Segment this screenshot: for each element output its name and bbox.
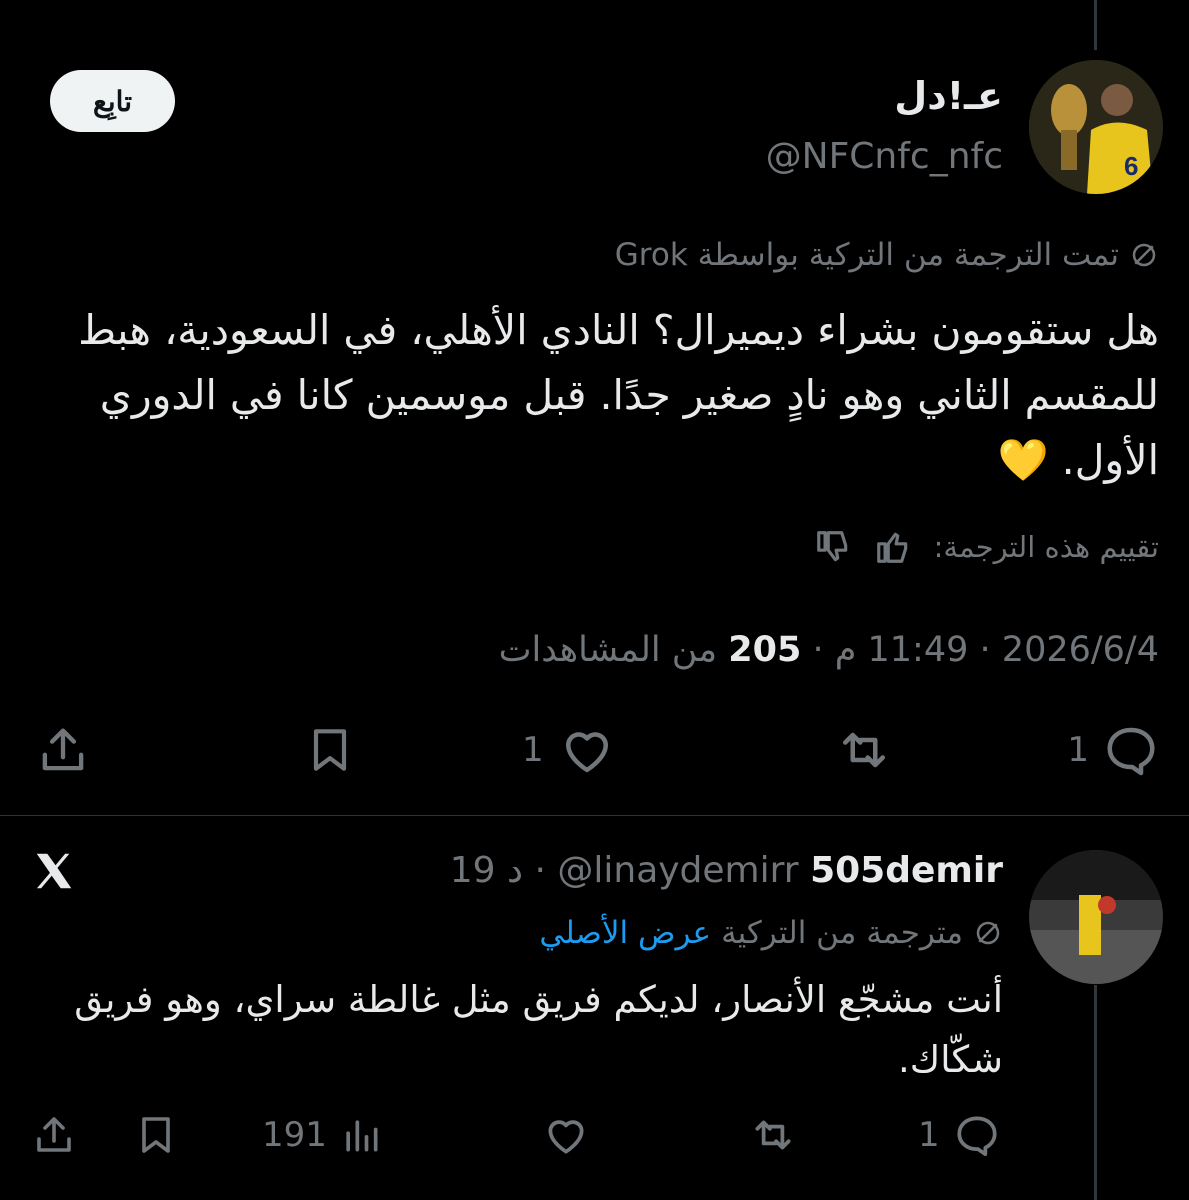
like-button[interactable]: 1 xyxy=(522,720,618,780)
bookmark-button[interactable] xyxy=(302,720,358,780)
reply-views-count: 191 xyxy=(262,1115,327,1155)
reply-display-name[interactable]: 505demir xyxy=(810,850,1003,891)
bookmark-icon xyxy=(302,720,358,780)
reply-icon xyxy=(1101,720,1161,780)
thread-line-top xyxy=(1094,0,1097,50)
reply-button[interactable]: 1 xyxy=(1067,720,1161,780)
avatar[interactable]: 6 xyxy=(1029,60,1163,194)
rate-label: تقييم هذه الترجمة: xyxy=(933,530,1159,564)
translation-note-text: تمت الترجمة من التركية بواسطة Grok xyxy=(614,237,1119,273)
thumbs-down-icon[interactable] xyxy=(814,528,852,566)
follow-button[interactable]: تابِع xyxy=(50,70,175,132)
heart-icon xyxy=(540,1110,592,1160)
heart-icon xyxy=(556,720,618,780)
x-logo-icon xyxy=(30,848,78,894)
retweet-icon xyxy=(832,720,896,780)
reply-actions: 1 191 xyxy=(0,1110,1010,1170)
reply-handle[interactable]: @linaydemirr xyxy=(557,850,798,891)
tweet-date[interactable]: 2026/6/4 xyxy=(1002,630,1159,670)
reply-retweet-button[interactable] xyxy=(746,1110,800,1160)
reply-age[interactable]: 19 د xyxy=(450,850,523,891)
reply-text: أنت مشجّع الأنصار، لديكم فريق مثل غالطة … xyxy=(74,978,1003,1081)
thumbs-up-icon[interactable] xyxy=(874,528,912,566)
reply-views-button[interactable]: 191 xyxy=(262,1110,383,1160)
views-count: 205 xyxy=(728,630,802,670)
reply-translation-note: مترجمة من التركية عرض الأصلي xyxy=(539,915,1003,951)
share-icon xyxy=(34,720,92,780)
reply-like-button[interactable] xyxy=(540,1110,592,1160)
share-icon xyxy=(30,1110,78,1160)
retweet-button[interactable] xyxy=(832,720,896,780)
tweet-text: هل ستقومون بشراء ديميرال؟ النادي الأهلي،… xyxy=(78,306,1159,484)
show-original-link[interactable]: عرض الأصلي xyxy=(539,915,711,951)
reply-icon xyxy=(952,1110,1002,1160)
share-button[interactable] xyxy=(34,720,92,780)
reply-avatar[interactable] xyxy=(1029,850,1163,984)
tweet-meta: 2026/6/4 · 11:49 م · 205 من المشاهدات xyxy=(498,630,1159,670)
thread-line-bottom xyxy=(1094,985,1097,1200)
reply-share-button[interactable] xyxy=(30,1110,78,1160)
rate-translation: تقييم هذه الترجمة: xyxy=(814,528,1159,566)
translate-icon xyxy=(1129,240,1159,270)
reply-header: 19 د · @linaydemirr 505demir xyxy=(449,850,1003,891)
like-count: 1 xyxy=(522,730,544,770)
tweet-time[interactable]: 11:49 م xyxy=(835,630,969,670)
retweet-icon xyxy=(746,1110,800,1160)
reply-count: 1 xyxy=(1067,730,1089,770)
translate-icon xyxy=(973,918,1003,948)
svg-text:6: 6 xyxy=(1124,151,1138,181)
tweet-actions: 1 1 xyxy=(0,720,1189,790)
views-label: من المشاهدات xyxy=(498,630,718,670)
reply-reply-button[interactable]: 1 xyxy=(918,1110,1002,1160)
reply-reply-count: 1 xyxy=(918,1115,940,1155)
bookmark-icon xyxy=(132,1110,180,1160)
translation-note: تمت الترجمة من التركية بواسطة Grok xyxy=(615,237,1159,273)
display-name[interactable]: عـ!دل xyxy=(894,74,1003,118)
handle[interactable]: @NFCnfc_nfc xyxy=(766,136,1003,177)
reply-translation-text: مترجمة من التركية xyxy=(721,915,963,951)
views-icon xyxy=(339,1110,383,1160)
divider xyxy=(0,815,1189,816)
reply-bookmark-button[interactable] xyxy=(132,1110,180,1160)
